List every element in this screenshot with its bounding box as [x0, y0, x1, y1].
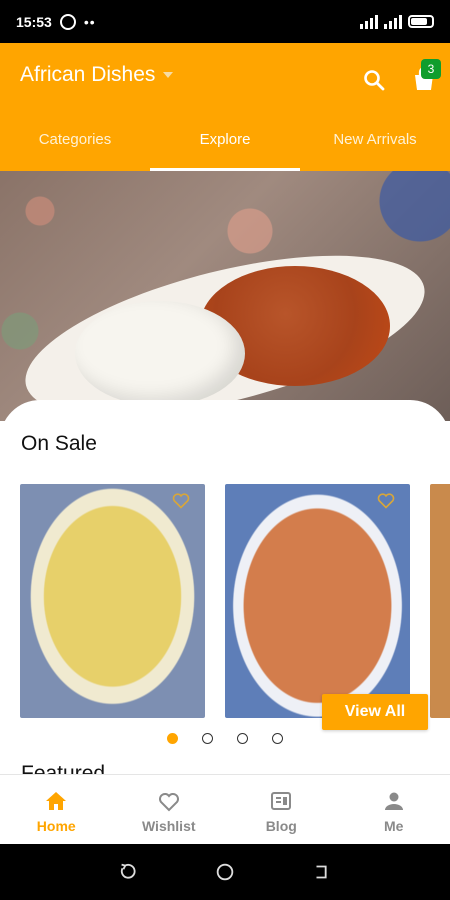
home-icon: [46, 792, 67, 810]
carousel-dot[interactable]: [272, 733, 283, 744]
product-card[interactable]: [20, 484, 205, 718]
back-icon[interactable]: [311, 861, 333, 883]
store-selector[interactable]: African Dishes: [20, 63, 174, 87]
app-screen: 15:53 •• African Dishes 3 Categories Exp…: [0, 0, 450, 900]
recent-apps-icon[interactable]: [117, 861, 139, 883]
bottom-nav: Home Wishlist Blog Me: [0, 774, 450, 844]
home-button-icon[interactable]: [214, 861, 236, 883]
heart-icon[interactable]: [171, 490, 191, 510]
fufu: [75, 301, 245, 406]
tab-new-arrivals[interactable]: New Arrivals: [300, 127, 450, 171]
nav-me-label: Me: [384, 818, 404, 834]
heart-icon: [158, 793, 179, 812]
search-icon[interactable]: [362, 68, 386, 92]
on-sale-title: On Sale: [21, 432, 97, 455]
status-right: [360, 14, 434, 29]
carousel-dot[interactable]: [237, 733, 248, 744]
person-icon: [384, 792, 403, 810]
nav-home[interactable]: Home: [0, 775, 113, 844]
nav-blog-label: Blog: [265, 818, 297, 834]
tab-categories[interactable]: Categories: [0, 127, 150, 171]
carousel-dot[interactable]: [167, 733, 178, 744]
carousel-indicator: [167, 733, 283, 744]
battery-icon: [408, 15, 434, 28]
status-bar: 15:53 ••: [0, 0, 450, 43]
nav-wishlist[interactable]: Wishlist: [113, 775, 226, 844]
more-dots-icon: ••: [83, 13, 96, 30]
app-bar: African Dishes 3 Categories Explore New …: [0, 43, 450, 171]
nav-wishlist-label: Wishlist: [141, 818, 196, 834]
nav-me[interactable]: Me: [338, 775, 450, 844]
system-nav-bar: [0, 844, 450, 900]
cart-count-badge: 3: [421, 59, 441, 79]
app-title: African Dishes: [20, 63, 156, 86]
nav-home-label: Home: [36, 818, 76, 834]
product-card[interactable]: [225, 484, 410, 718]
nav-blog[interactable]: Blog: [225, 775, 338, 844]
dropdown-caret-icon: [163, 72, 174, 78]
status-time: 15:53: [16, 13, 52, 30]
hero-banner-image[interactable]: [0, 171, 450, 421]
content-sheet: On Sale View All Featured: [0, 400, 450, 785]
product-card-partial[interactable]: [430, 484, 450, 718]
tab-explore[interactable]: Explore: [150, 127, 300, 171]
heart-icon[interactable]: [376, 490, 396, 510]
view-all-button[interactable]: View All: [322, 694, 428, 730]
whatsapp-icon: [59, 13, 76, 30]
signal-icon-2: [384, 14, 402, 29]
blog-icon: [271, 792, 292, 810]
signal-icon: [360, 14, 378, 29]
carousel-dot[interactable]: [202, 733, 213, 744]
top-tabs: Categories Explore New Arrivals: [0, 127, 450, 171]
